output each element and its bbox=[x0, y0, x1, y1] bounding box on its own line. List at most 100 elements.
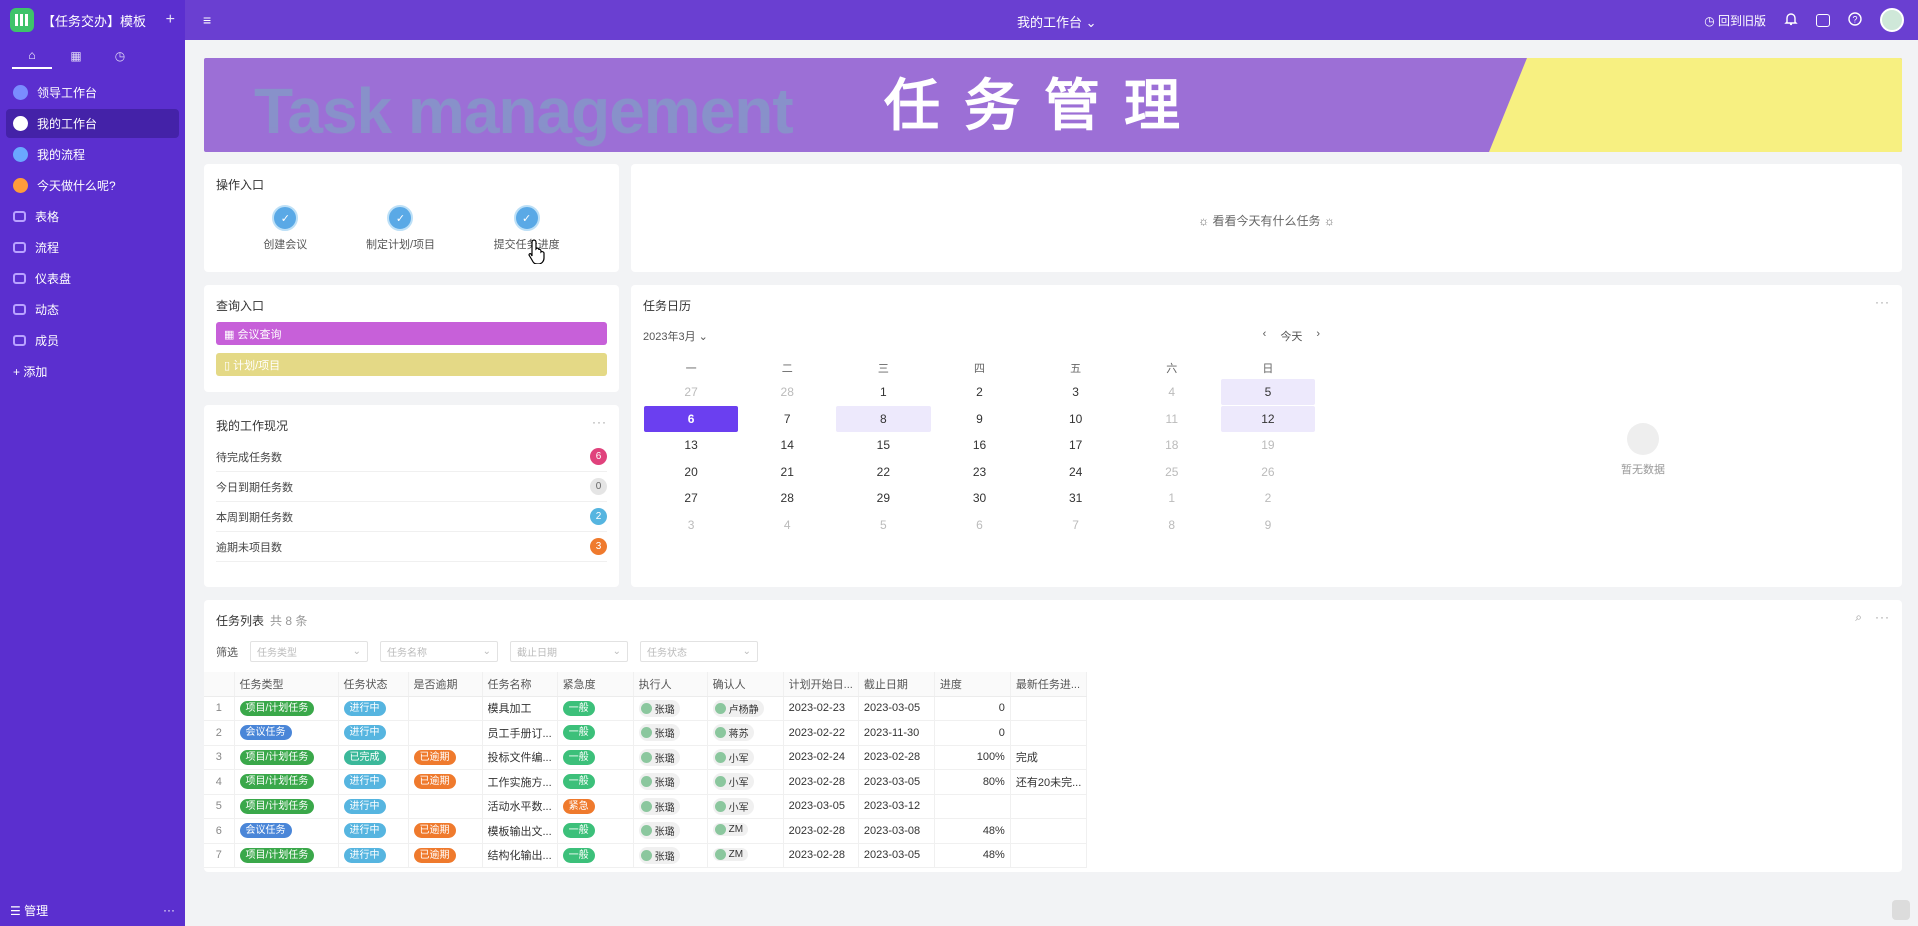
calendar-day[interactable]: 14 bbox=[740, 432, 835, 458]
menu-icon[interactable]: ≡ bbox=[203, 12, 211, 28]
calendar-day[interactable]: 3 bbox=[1028, 379, 1123, 405]
calendar-day[interactable]: 8 bbox=[1124, 512, 1219, 538]
calendar-day[interactable]: 11 bbox=[1124, 406, 1219, 432]
calendar-day[interactable]: 23 bbox=[932, 459, 1027, 485]
calendar-day[interactable]: 27 bbox=[644, 485, 739, 511]
calendar-day[interactable]: 17 bbox=[1028, 432, 1123, 458]
calendar-day[interactable]: 25 bbox=[1124, 459, 1219, 485]
calendar-day[interactable]: 24 bbox=[1028, 459, 1123, 485]
tab-home-icon[interactable]: ⌂ bbox=[12, 43, 52, 69]
confirmer-tag[interactable]: ZM bbox=[712, 847, 749, 861]
calendar-day[interactable]: 18 bbox=[1124, 432, 1219, 458]
today-button[interactable]: 今天 bbox=[1280, 328, 1302, 344]
column-header[interactable]: 任务名称 bbox=[482, 672, 558, 697]
more-icon[interactable]: ··· bbox=[1875, 295, 1890, 309]
confirmer-tag[interactable]: 蒋苏 bbox=[712, 724, 754, 742]
executor-tag[interactable]: 张璐 bbox=[638, 748, 680, 766]
calendar-day[interactable]: 7 bbox=[1028, 512, 1123, 538]
calendar-day[interactable]: 20 bbox=[644, 459, 739, 485]
column-header[interactable]: 执行人 bbox=[633, 672, 708, 697]
calendar-day[interactable]: 9 bbox=[932, 406, 1027, 432]
calendar-day[interactable]: 9 bbox=[1221, 512, 1316, 538]
calendar-day[interactable]: 3 bbox=[644, 512, 739, 538]
calendar-day[interactable]: 2 bbox=[932, 379, 1027, 405]
type-tag[interactable]: 项目/计划任务 bbox=[239, 847, 315, 863]
query-button-1[interactable]: ▯ 计划/项目 bbox=[216, 353, 607, 376]
table-row[interactable]: 3 项目/计划任务 已完成 已逾期 投标文件编... 一般 张璐 小军 2023-02-24 20… bbox=[204, 745, 1088, 770]
scroll-handle[interactable] bbox=[1892, 900, 1910, 920]
calendar-day[interactable]: 16 bbox=[932, 432, 1027, 458]
status-tag[interactable]: 进行中 bbox=[343, 847, 386, 863]
urgency-tag[interactable]: 一般 bbox=[562, 725, 595, 741]
tab-grid-icon[interactable]: ▦ bbox=[56, 43, 96, 69]
column-header[interactable]: 最新任务进... bbox=[1010, 672, 1088, 697]
calendar-day[interactable]: 10 bbox=[1028, 406, 1123, 432]
overdue-tag[interactable]: 已逾期 bbox=[413, 749, 456, 765]
urgency-tag[interactable]: 一般 bbox=[562, 847, 595, 863]
calendar-day[interactable]: 1 bbox=[1124, 485, 1219, 511]
calendar-day[interactable]: 31 bbox=[1028, 485, 1123, 511]
status-tag[interactable]: 已完成 bbox=[343, 749, 386, 765]
executor-tag[interactable]: 张璐 bbox=[638, 797, 680, 815]
type-tag[interactable]: 项目/计划任务 bbox=[239, 774, 315, 790]
status-tag[interactable]: 进行中 bbox=[343, 774, 386, 790]
add-icon[interactable]: + bbox=[166, 11, 175, 29]
executor-tag[interactable]: 张璐 bbox=[638, 846, 680, 864]
filter-0[interactable]: 任务类型 ⌄ bbox=[250, 641, 368, 662]
page-title[interactable]: 我的工作台 ⌄ bbox=[1017, 12, 1097, 31]
confirmer-tag[interactable]: ZM bbox=[712, 823, 749, 837]
sidebar-item-2[interactable]: 我的流程 bbox=[6, 140, 179, 169]
user-avatar[interactable] bbox=[1880, 8, 1904, 32]
urgency-tag[interactable]: 紧急 bbox=[562, 798, 595, 814]
column-header[interactable]: 紧急度 bbox=[557, 672, 634, 697]
calendar-day[interactable]: 26 bbox=[1221, 459, 1316, 485]
table-row[interactable]: 7 项目/计划任务 进行中 已逾期 结构化输出... 一般 张璐 ZM 2023-02-28 20… bbox=[204, 843, 1088, 868]
table-row[interactable]: 2 会议任务 进行中 员工手册订... 一般 张璐 蒋苏 2023-02-22 2023-11-… bbox=[204, 720, 1088, 746]
confirmer-tag[interactable]: 小军 bbox=[712, 773, 754, 791]
executor-tag[interactable]: 张璐 bbox=[638, 773, 680, 791]
more-icon[interactable]: ··· bbox=[163, 903, 175, 917]
calendar-day[interactable]: 1 bbox=[836, 379, 931, 405]
overdue-tag[interactable]: 已逾期 bbox=[413, 774, 456, 790]
calendar-day[interactable]: 5 bbox=[1220, 379, 1316, 406]
sidebar-item-5[interactable]: 流程 bbox=[6, 233, 179, 262]
calendar-day[interactable]: 7 bbox=[740, 406, 835, 432]
calendar-day[interactable]: 8 bbox=[835, 405, 931, 432]
urgency-tag[interactable]: 一般 bbox=[562, 700, 595, 716]
calendar-day[interactable]: 22 bbox=[836, 459, 931, 485]
column-header[interactable]: 计划开始日... bbox=[783, 672, 859, 697]
overdue-tag[interactable]: 已逾期 bbox=[413, 823, 456, 839]
overdue-tag[interactable]: 已逾期 bbox=[413, 847, 456, 863]
calendar-day[interactable]: 6 bbox=[932, 512, 1027, 538]
urgency-tag[interactable]: 一般 bbox=[562, 749, 595, 765]
calendar-day[interactable]: 4 bbox=[740, 512, 835, 538]
type-tag[interactable]: 会议任务 bbox=[239, 725, 292, 741]
next-month-icon[interactable]: › bbox=[1316, 328, 1320, 344]
status-tag[interactable]: 进行中 bbox=[343, 725, 386, 741]
column-header[interactable]: 截止日期 bbox=[858, 672, 935, 697]
calendar-day[interactable]: 13 bbox=[644, 432, 739, 458]
help-icon[interactable]: ? bbox=[1848, 11, 1862, 29]
executor-tag[interactable]: 张璐 bbox=[638, 822, 680, 840]
calendar-day[interactable]: 21 bbox=[740, 459, 835, 485]
tab-clock-icon[interactable]: ◷ bbox=[100, 43, 140, 69]
filter-3[interactable]: 任务状态 ⌄ bbox=[640, 641, 758, 662]
filter-2[interactable]: 截止日期 ⌄ bbox=[510, 641, 628, 662]
today-text[interactable]: ☼ 看看今天有什么任务 ☼ bbox=[631, 212, 1902, 229]
back-to-old-version-button[interactable]: ◷ 回到旧版 bbox=[1704, 12, 1766, 29]
sidebar-item-7[interactable]: 动态 bbox=[6, 295, 179, 324]
calendar-day[interactable]: 29 bbox=[836, 485, 931, 511]
more-icon[interactable]: ··· bbox=[592, 415, 607, 429]
prev-month-icon[interactable]: ‹ bbox=[1263, 328, 1267, 344]
calendar-day[interactable]: 30 bbox=[932, 485, 1027, 511]
sidebar-item-1[interactable]: 我的工作台 bbox=[6, 109, 179, 138]
search-icon[interactable]: ⌕ bbox=[1855, 610, 1862, 625]
confirmer-tag[interactable]: 小军 bbox=[712, 748, 754, 766]
query-button-0[interactable]: ▦ 会议查询 bbox=[216, 322, 607, 345]
type-tag[interactable]: 会议任务 bbox=[239, 823, 292, 839]
inbox-icon[interactable] bbox=[1816, 13, 1830, 27]
executor-tag[interactable]: 张璐 bbox=[638, 699, 680, 717]
type-tag[interactable]: 项目/计划任务 bbox=[239, 749, 315, 765]
calendar-day[interactable]: 12 bbox=[1220, 405, 1316, 432]
sidebar-item-0[interactable]: 领导工作台 bbox=[6, 78, 179, 107]
